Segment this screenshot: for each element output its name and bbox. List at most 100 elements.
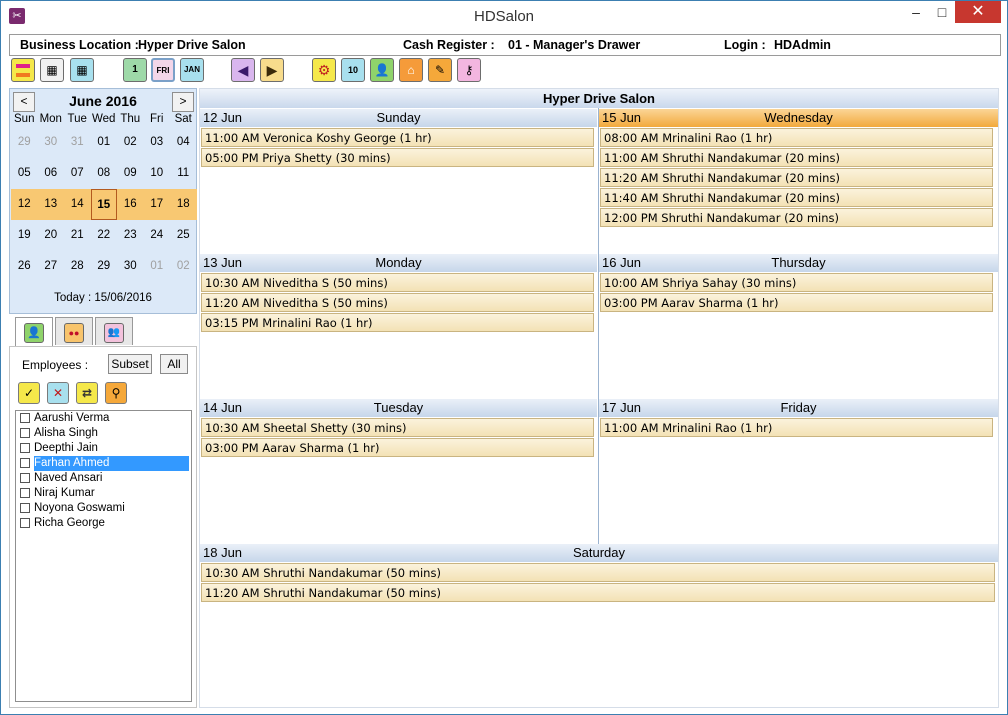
- month-view-icon[interactable]: JAN: [180, 58, 204, 82]
- maximize-button[interactable]: □: [929, 1, 955, 23]
- all-button[interactable]: All: [160, 354, 188, 374]
- calendar-day[interactable]: 23: [117, 220, 144, 251]
- check-all-icon[interactable]: ✓: [18, 382, 40, 404]
- appointment[interactable]: 12:00 PM Shruthi Nandakumar (20 mins): [600, 208, 993, 227]
- subset-button[interactable]: Subset: [108, 354, 152, 374]
- toggle-check-icon[interactable]: ⇄: [76, 382, 98, 404]
- appointment[interactable]: 11:00 AM Mrinalini Rao (1 hr): [600, 418, 993, 437]
- calendar-next-button[interactable]: >: [172, 92, 194, 112]
- calendar-day[interactable]: 17: [143, 189, 170, 220]
- employee-item[interactable]: Richa George: [16, 516, 191, 531]
- employee-item[interactable]: Alisha Singh: [16, 426, 191, 441]
- close-button[interactable]: ✕: [955, 1, 1001, 23]
- calendar-day[interactable]: 03: [144, 127, 171, 158]
- day-header-today[interactable]: Wednesday 15 Jun: [599, 109, 998, 127]
- calendar-prev-button[interactable]: <: [13, 92, 35, 112]
- search-icon[interactable]: ⚲: [105, 382, 127, 404]
- calendar-day[interactable]: 22: [91, 220, 118, 251]
- calendar-day[interactable]: 29: [11, 127, 38, 158]
- calendar-day[interactable]: 02: [117, 127, 144, 158]
- calendar-day[interactable]: 01: [91, 127, 118, 158]
- appointment[interactable]: 10:30 AM Shruthi Nandakumar (50 mins): [201, 563, 995, 582]
- calendar-day[interactable]: 06: [38, 158, 65, 189]
- week-view-icon[interactable]: FRI: [151, 58, 175, 82]
- appointment[interactable]: 10:00 AM Shriya Sahay (30 mins): [600, 273, 993, 292]
- previous-arrow-icon[interactable]: ◀: [231, 58, 255, 82]
- appointment[interactable]: 11:00 AM Shruthi Nandakumar (20 mins): [600, 148, 993, 167]
- employee-checkbox[interactable]: [20, 473, 30, 483]
- employee-checkbox[interactable]: [20, 443, 30, 453]
- employee-checkbox[interactable]: [20, 488, 30, 498]
- appointment[interactable]: 10:30 AM Niveditha S (50 mins): [201, 273, 594, 292]
- calendar-day[interactable]: 18: [170, 189, 197, 220]
- today-link[interactable]: Today : 15/06/2016: [10, 292, 196, 304]
- calendar-day[interactable]: 11: [170, 158, 197, 189]
- minimize-button[interactable]: –: [903, 1, 929, 23]
- calendar-day[interactable]: 14: [64, 189, 91, 220]
- calendar-day[interactable]: 28: [64, 251, 91, 282]
- calendar-day[interactable]: 02: [170, 251, 197, 282]
- employee-checkbox[interactable]: [20, 428, 30, 438]
- calendar-day[interactable]: 26: [11, 251, 38, 282]
- appointment[interactable]: 11:00 AM Veronica Koshy George (1 hr): [201, 128, 594, 147]
- notes-icon[interactable]: ✎: [428, 58, 452, 82]
- employee-item-selected[interactable]: Farhan Ahmed: [16, 456, 191, 471]
- appointment[interactable]: 11:40 AM Shruthi Nandakumar (20 mins): [600, 188, 993, 207]
- appointment[interactable]: 11:20 AM Niveditha S (50 mins): [201, 293, 594, 312]
- calendar-grid-icon[interactable]: ▦: [70, 58, 94, 82]
- calendar-day[interactable]: 30: [38, 127, 65, 158]
- calendar-day[interactable]: 01: [144, 251, 171, 282]
- appointment[interactable]: 05:00 PM Priya Shetty (30 mins): [201, 148, 594, 167]
- employee-checkbox[interactable]: [20, 458, 30, 468]
- day-view-icon[interactable]: 1: [123, 58, 147, 82]
- calendar-day[interactable]: 29: [91, 251, 118, 282]
- day-header[interactable]: Saturday 18 Jun: [200, 544, 998, 562]
- tab-groups[interactable]: 👥: [95, 317, 133, 345]
- day-header[interactable]: Sunday 12 Jun: [200, 109, 597, 127]
- calendar-day[interactable]: 12: [11, 189, 38, 220]
- employee-item[interactable]: Niraj Kumar: [16, 486, 191, 501]
- calendar-day[interactable]: 27: [38, 251, 65, 282]
- appointment[interactable]: 11:20 AM Shruthi Nandakumar (20 mins): [600, 168, 993, 187]
- calendar-day[interactable]: 16: [117, 189, 144, 220]
- calendar-10-icon[interactable]: 10: [341, 58, 365, 82]
- appointment[interactable]: 03:00 PM Aarav Sharma (1 hr): [201, 438, 594, 457]
- calendar-day[interactable]: 31: [64, 127, 91, 158]
- user-icon[interactable]: 👤: [370, 58, 394, 82]
- employee-item[interactable]: Deepthi Jain: [16, 441, 191, 456]
- day-header[interactable]: Monday 13 Jun: [200, 254, 597, 272]
- uncheck-all-icon[interactable]: ✕: [47, 382, 69, 404]
- day-header[interactable]: Tuesday 14 Jun: [200, 399, 597, 417]
- appointment[interactable]: 08:00 AM Mrinalini Rao (1 hr): [600, 128, 993, 147]
- tab-employees[interactable]: 👤: [15, 317, 53, 347]
- calendar-day-today[interactable]: 15: [90, 189, 117, 220]
- calendar-day[interactable]: 25: [170, 220, 197, 251]
- key-icon[interactable]: ⚷: [457, 58, 481, 82]
- calculator-icon[interactable]: ▦: [40, 58, 64, 82]
- appointment[interactable]: 03:15 PM Mrinalini Rao (1 hr): [201, 313, 594, 332]
- next-arrow-icon[interactable]: ▶: [260, 58, 284, 82]
- calendar-day[interactable]: 07: [64, 158, 91, 189]
- appointment[interactable]: 11:20 AM Shruthi Nandakumar (50 mins): [201, 583, 995, 602]
- employee-checkbox[interactable]: [20, 503, 30, 513]
- employee-item[interactable]: Aarushi Verma: [16, 411, 191, 426]
- list-view-icon[interactable]: [11, 58, 35, 82]
- employee-checkbox[interactable]: [20, 518, 30, 528]
- calendar-day[interactable]: 24: [144, 220, 171, 251]
- calendar-day[interactable]: 13: [37, 189, 64, 220]
- calendar-day[interactable]: 21: [64, 220, 91, 251]
- employee-checkbox[interactable]: [20, 413, 30, 423]
- day-header[interactable]: Thursday 16 Jun: [599, 254, 998, 272]
- calendar-day[interactable]: 08: [91, 158, 118, 189]
- calendar-day[interactable]: 09: [117, 158, 144, 189]
- calendar-day[interactable]: 20: [38, 220, 65, 251]
- home-icon[interactable]: ⌂: [399, 58, 423, 82]
- employee-item[interactable]: Naved Ansari: [16, 471, 191, 486]
- calendar-day[interactable]: 19: [11, 220, 38, 251]
- appointment[interactable]: 03:00 PM Aarav Sharma (1 hr): [600, 293, 993, 312]
- calendar-day[interactable]: 10: [144, 158, 171, 189]
- calendar-day[interactable]: 30: [117, 251, 144, 282]
- calendar-day[interactable]: 04: [170, 127, 197, 158]
- appointment[interactable]: 10:30 AM Sheetal Shetty (30 mins): [201, 418, 594, 437]
- calendar-day[interactable]: 05: [11, 158, 38, 189]
